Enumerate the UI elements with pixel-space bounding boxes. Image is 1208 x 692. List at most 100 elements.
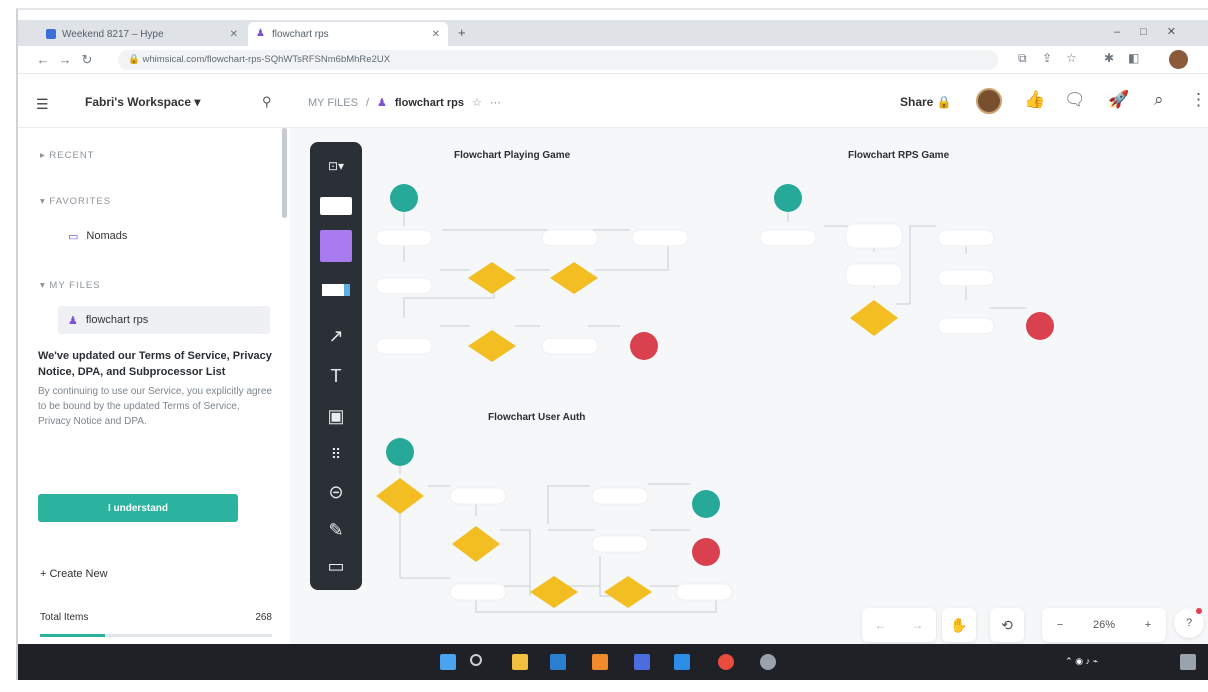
close-tab-icon[interactable]: ✕ (432, 29, 440, 40)
system-tray[interactable]: ⌃ ◉ ♪ ⌁ (1065, 656, 1098, 667)
hand-icon[interactable]: ✋ (942, 608, 976, 642)
zoom-in-button[interactable]: + (1145, 619, 1151, 631)
decision-node[interactable] (850, 300, 898, 336)
share-page-icon[interactable]: ⇪ (1042, 51, 1052, 65)
more-icon[interactable]: ⋮ (1190, 90, 1207, 110)
select-mode-icon[interactable]: ⊡▾ (318, 148, 354, 184)
share-button[interactable]: Share 🔒 (900, 95, 952, 109)
process-node[interactable] (449, 583, 507, 601)
rocket-icon[interactable]: 🚀 (1108, 90, 1129, 110)
decision-node[interactable] (604, 576, 652, 608)
new-tab-icon[interactable]: + (458, 25, 466, 40)
process-node[interactable] (759, 229, 817, 247)
sidebar-item-nomads[interactable]: ▭ Nomads (58, 222, 270, 250)
breadcrumb-root[interactable]: MY FILES (308, 97, 358, 109)
zoom-level[interactable]: 26% (1093, 619, 1115, 631)
start-icon[interactable] (440, 654, 456, 670)
user-avatar[interactable] (976, 88, 1002, 114)
search-icon[interactable] (470, 654, 482, 666)
process-node[interactable] (937, 229, 995, 247)
browser-tab-active[interactable]: ♟ flowchart rps ✕ (248, 22, 448, 46)
process-node[interactable] (541, 229, 599, 247)
notifications-icon[interactable]: ⚲ (262, 94, 272, 110)
window-controls[interactable]: –□✕ (1114, 25, 1196, 38)
undo-icon[interactable]: ← (875, 618, 887, 632)
star-icon[interactable]: ☆ (1066, 51, 1077, 65)
process-node[interactable] (591, 535, 649, 553)
process-node[interactable] (845, 263, 903, 287)
file-explorer-icon[interactable] (512, 654, 528, 670)
process-node[interactable] (937, 269, 995, 287)
url-field[interactable]: 🔒 whimsical.com/flowchart-rps-SQhWTsRFSN… (118, 50, 998, 70)
app-icon[interactable] (550, 654, 566, 670)
favorite-star-icon[interactable]: ☆ (472, 96, 482, 109)
create-new-button[interactable]: + Create New (40, 568, 108, 580)
browser-tab-inactive[interactable]: Weekend 8217 – Hype ✕ (38, 22, 246, 46)
process-node[interactable] (375, 277, 433, 295)
like-icon[interactable]: 👍 (1024, 90, 1045, 110)
end-node[interactable] (630, 332, 658, 360)
file-menu-icon[interactable]: ⋯ (490, 96, 501, 109)
process-node[interactable] (449, 487, 507, 505)
pen-tool-icon[interactable]: ✎ (318, 512, 354, 548)
reload-icon[interactable]: ↻ (76, 52, 98, 68)
decision-node[interactable] (550, 262, 598, 294)
search-icon[interactable]: ⌕ (1154, 90, 1164, 110)
history-icon[interactable]: ⟲ (990, 608, 1024, 642)
process-node[interactable] (375, 337, 433, 355)
sidebar-scrollbar[interactable] (282, 128, 287, 218)
decision-node[interactable] (468, 262, 516, 294)
forward-icon[interactable]: → (54, 52, 76, 67)
extensions-icon[interactable]: ✱ (1104, 51, 1114, 65)
text-tool-icon[interactable]: T (318, 358, 354, 394)
decision-node[interactable] (452, 526, 500, 562)
start-node[interactable] (390, 184, 418, 212)
start-node[interactable] (774, 184, 802, 212)
notifications-icon[interactable] (1180, 654, 1196, 670)
decision-node[interactable] (376, 478, 424, 514)
cast-icon[interactable]: ⧉ (1018, 51, 1027, 66)
sidebar-item-flowchart-rps[interactable]: ♟ flowchart rps (58, 306, 270, 334)
close-tab-icon[interactable]: ✕ (230, 29, 238, 40)
app-icon[interactable] (760, 654, 776, 670)
frame-tool-icon[interactable]: ▭ (318, 548, 354, 584)
end-node[interactable] (692, 538, 720, 566)
app-icon[interactable] (592, 654, 608, 670)
i-understand-button[interactable]: I understand (38, 494, 238, 522)
decision-node[interactable] (530, 576, 578, 608)
grid-tool-icon[interactable]: ⠿ (318, 436, 354, 472)
section-recent[interactable]: ▸ RECENT (40, 150, 94, 161)
zoom-out-button[interactable]: − (1057, 619, 1063, 631)
redo-icon[interactable]: → (912, 618, 924, 632)
workspace-switcher[interactable]: Fabri's Workspace ▾ (85, 95, 200, 109)
section-my-files[interactable]: ▾ MY FILES (40, 280, 101, 291)
back-icon[interactable]: ← (32, 52, 54, 67)
process-node[interactable] (541, 337, 599, 355)
end-node-success[interactable] (692, 490, 720, 518)
comment-icon[interactable]: 🗨 (1064, 90, 1086, 110)
chrome-icon[interactable] (718, 654, 734, 670)
section-favorites[interactable]: ▾ FAVORITES (40, 196, 111, 207)
vscode-icon[interactable] (674, 654, 690, 670)
app-icon[interactable] (634, 654, 650, 670)
process-node[interactable] (675, 583, 733, 601)
process-node[interactable] (591, 487, 649, 505)
process-node[interactable] (375, 229, 433, 247)
link-tool-icon[interactable]: ⊝ (318, 474, 354, 510)
board-canvas[interactable]: Flowchart Playing Game Flowchart RPS Gam… (290, 128, 1208, 654)
process-node[interactable] (937, 317, 995, 335)
profile-avatar[interactable] (1169, 50, 1188, 69)
collapse-sidebar-icon[interactable]: ☰ (36, 96, 49, 113)
arrow-tool-icon[interactable]: ↗ (318, 318, 354, 354)
sidepanel-icon[interactable]: ◧ (1128, 51, 1139, 65)
end-node[interactable] (1026, 312, 1054, 340)
process-node[interactable] (631, 229, 689, 247)
process-node[interactable] (845, 223, 903, 249)
decision-node[interactable] (468, 330, 516, 362)
start-node[interactable] (386, 438, 414, 466)
container-tool[interactable] (318, 272, 354, 308)
breadcrumb-current-file[interactable]: flowchart rps (395, 97, 464, 109)
image-tool-icon[interactable]: ▣ (318, 398, 354, 434)
card-tool[interactable] (318, 188, 354, 224)
sticky-note-tool[interactable] (318, 228, 354, 264)
